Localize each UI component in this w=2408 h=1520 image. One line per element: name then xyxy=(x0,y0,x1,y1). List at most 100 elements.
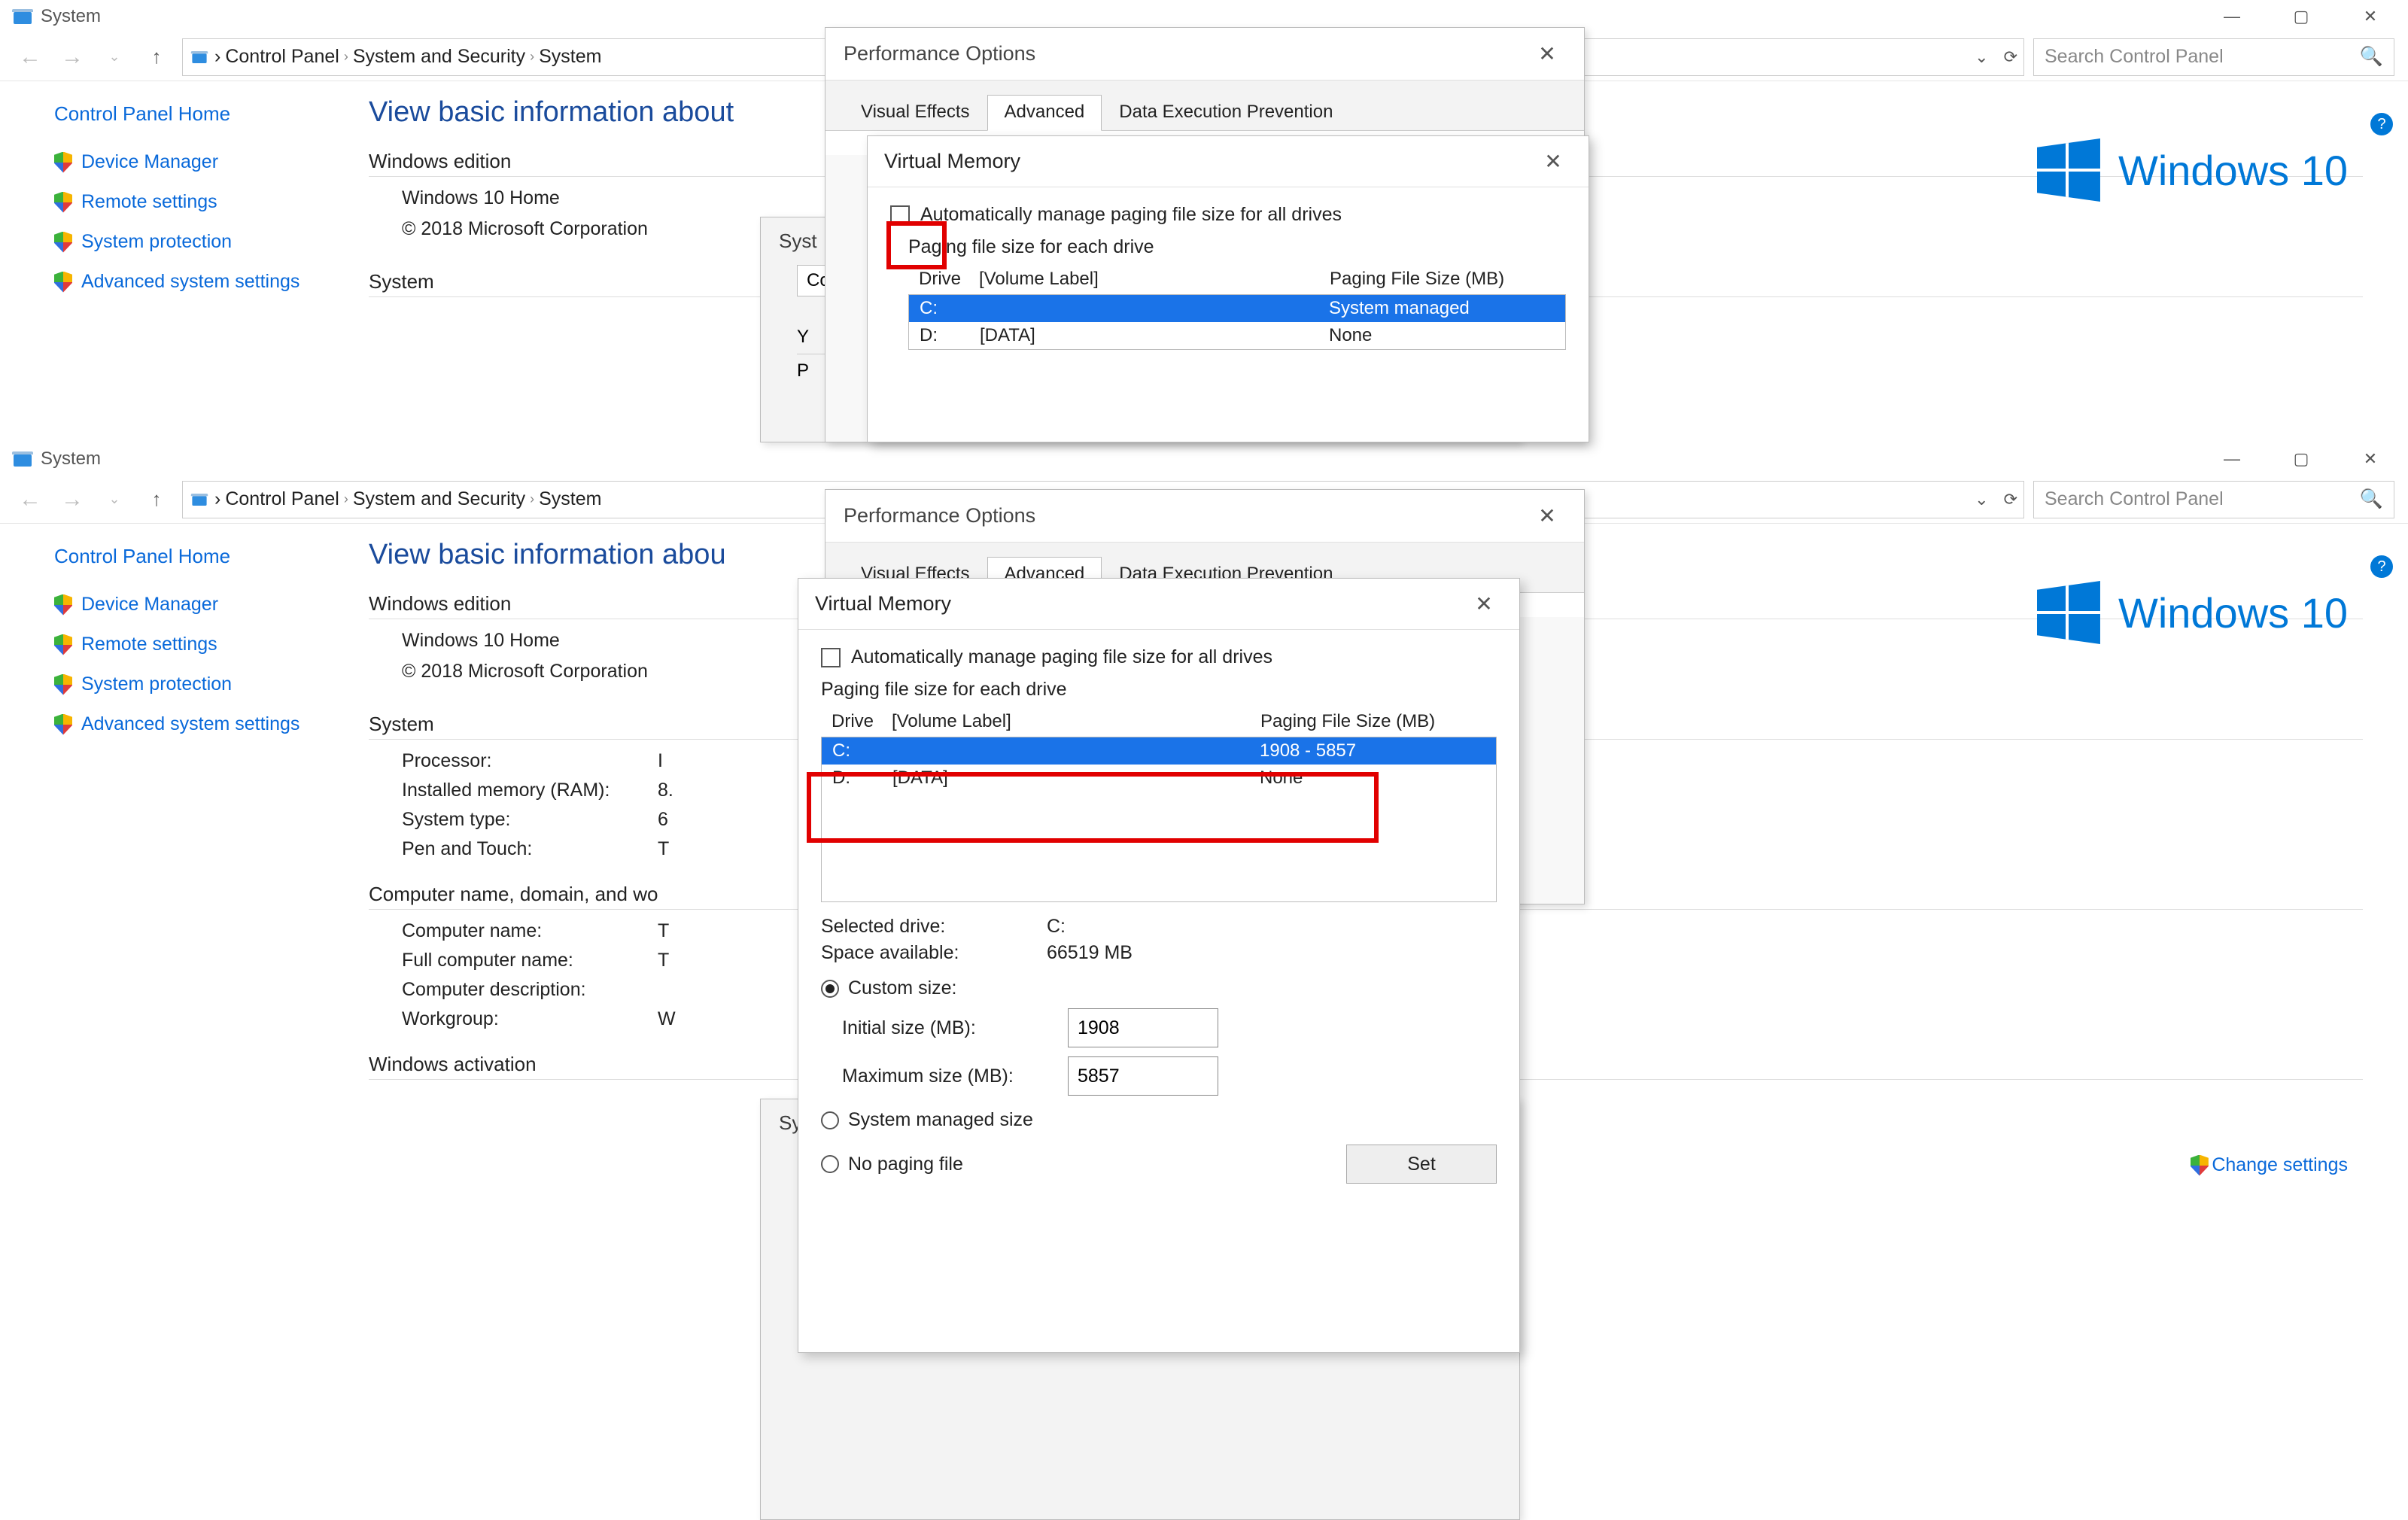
max-size-label: Maximum size (MB): xyxy=(842,1066,1053,1087)
system-managed-radio[interactable]: System managed size xyxy=(821,1109,1497,1131)
sidebar-home-link[interactable]: Control Panel Home xyxy=(54,545,354,568)
location-icon xyxy=(191,492,208,506)
windows-logo: Windows 10 xyxy=(2037,581,2348,644)
sidebar-item-remote-settings[interactable]: Remote settings xyxy=(54,634,354,655)
chevron-right-icon: › xyxy=(344,491,348,507)
sidebar-item-label: Advanced system settings xyxy=(81,713,299,735)
up-button[interactable]: ↑ xyxy=(140,483,173,516)
tab-dep[interactable]: Data Execution Prevention xyxy=(1102,95,1350,131)
addr-dropdown-icon[interactable]: ⌄ xyxy=(1975,47,1988,67)
crumb-1[interactable]: System and Security xyxy=(353,488,525,510)
maximize-button[interactable]: ▢ xyxy=(2267,442,2336,476)
tab-visual-effects[interactable]: Visual Effects xyxy=(844,95,987,131)
sidebar-item-label: Device Manager xyxy=(81,151,218,173)
windows-logo-text: Windows 10 xyxy=(2118,146,2348,195)
change-settings-label: Change settings xyxy=(2212,1154,2348,1175)
chevron-right-icon: › xyxy=(530,491,534,507)
back-button[interactable]: ← xyxy=(14,41,47,74)
windows-flag-icon xyxy=(2037,581,2100,644)
vm-title: Virtual Memory xyxy=(884,150,1020,173)
search-input[interactable]: Search Control Panel 🔍 xyxy=(2033,38,2394,76)
size-cell: None xyxy=(1329,325,1555,346)
crumb-0[interactable]: Control Panel xyxy=(225,46,339,68)
forward-button[interactable]: → xyxy=(56,483,89,516)
addr-dropdown-icon[interactable]: ⌄ xyxy=(1975,490,1988,509)
minimize-button[interactable]: — xyxy=(2197,442,2267,476)
sidebar-item-advanced-system-settings[interactable]: Advanced system settings xyxy=(54,713,354,735)
back-button[interactable]: ← xyxy=(14,483,47,516)
crumb-2[interactable]: System xyxy=(539,46,601,68)
crumb-1[interactable]: System and Security xyxy=(353,46,525,68)
close-button[interactable]: ✕ xyxy=(2336,442,2405,476)
initial-size-label: Initial size (MB): xyxy=(842,1017,1053,1039)
col-size: Paging File Size (MB) xyxy=(1330,269,1555,290)
search-icon: 🔍 xyxy=(2360,46,2383,68)
crumb-2[interactable]: System xyxy=(539,488,601,510)
sidebar-item-system-protection[interactable]: System protection xyxy=(54,231,354,253)
shield-icon xyxy=(54,634,72,655)
size-cell: None xyxy=(1260,768,1485,789)
sidebar-home-link[interactable]: Control Panel Home xyxy=(54,102,354,126)
drive-row-c[interactable]: C: 1908 - 5857 xyxy=(822,737,1496,765)
no-paging-radio[interactable]: No paging file Set xyxy=(821,1145,1497,1184)
recent-dropdown[interactable]: ⌄ xyxy=(98,41,131,74)
windows-logo: Windows 10 xyxy=(2037,138,2348,202)
crumb-0[interactable]: Control Panel xyxy=(225,488,339,510)
virtual-memory-dialog: Virtual Memory ✕ Automatically manage pa… xyxy=(867,135,1589,442)
set-button[interactable]: Set xyxy=(1346,1145,1497,1184)
col-vol: [Volume Label] xyxy=(979,269,1330,290)
refresh-icon[interactable]: ⟳ xyxy=(2004,47,2017,67)
drive-row-d[interactable]: D: [DATA] None xyxy=(822,765,1496,792)
custom-size-radio[interactable]: Custom size: xyxy=(821,977,1497,999)
forward-button[interactable]: → xyxy=(56,41,89,74)
shield-icon xyxy=(54,192,72,213)
shield-icon xyxy=(54,272,72,293)
size-cell: System managed xyxy=(1329,298,1555,319)
initial-size-input[interactable] xyxy=(1068,1008,1218,1047)
vm-close-button[interactable]: ✕ xyxy=(1534,149,1572,174)
recent-dropdown[interactable]: ⌄ xyxy=(98,483,131,516)
drive-row-d[interactable]: D: [DATA] None xyxy=(909,322,1565,349)
shield-icon xyxy=(54,232,72,253)
space-available-row: Space available:66519 MB xyxy=(821,942,1497,964)
vol-cell xyxy=(892,740,1260,762)
titlebar: System — ▢ ✕ xyxy=(0,442,2408,476)
drive-list-header: Drive [Volume Label] Paging File Size (M… xyxy=(908,264,1566,294)
sidebar-item-remote-settings[interactable]: Remote settings xyxy=(54,191,354,213)
refresh-icon[interactable]: ⟳ xyxy=(2004,490,2017,509)
perf-close-button[interactable]: ✕ xyxy=(1528,41,1566,66)
sidebar-item-label: Device Manager xyxy=(81,594,218,616)
sidebar-item-device-manager[interactable]: Device Manager xyxy=(54,151,354,173)
search-input[interactable]: Search Control Panel 🔍 xyxy=(2033,481,2394,518)
vm-close-button[interactable]: ✕ xyxy=(1465,591,1503,616)
close-button[interactable]: ✕ xyxy=(2336,0,2405,33)
shield-icon xyxy=(2191,1155,2209,1176)
no-paging-label: No paging file xyxy=(848,1154,963,1175)
search-icon: 🔍 xyxy=(2360,488,2383,510)
col-drive: Drive xyxy=(919,269,979,290)
up-button[interactable]: ↑ xyxy=(140,41,173,74)
drive-row-c[interactable]: C: System managed xyxy=(909,295,1565,322)
paging-subhead: Paging file size for each drive xyxy=(821,679,1497,701)
minimize-button[interactable]: — xyxy=(2197,0,2267,33)
shield-icon xyxy=(54,714,72,735)
auto-manage-checkbox[interactable] xyxy=(890,205,910,225)
col-size: Paging File Size (MB) xyxy=(1260,711,1486,732)
chevron-right-icon: › xyxy=(344,49,348,65)
auto-manage-checkbox[interactable] xyxy=(821,648,841,667)
sidebar-item-label: Remote settings xyxy=(81,191,217,213)
max-size-input[interactable] xyxy=(1068,1056,1218,1096)
change-settings-link[interactable]: Change settings xyxy=(2191,1154,2348,1176)
sidebar-item-system-protection[interactable]: System protection xyxy=(54,673,354,695)
tab-advanced[interactable]: Advanced xyxy=(987,95,1102,131)
chevron-right-icon: › xyxy=(214,46,220,68)
perf-close-button[interactable]: ✕ xyxy=(1528,503,1566,528)
custom-size-label: Custom size: xyxy=(848,977,956,999)
sidebar-item-advanced-system-settings[interactable]: Advanced system settings xyxy=(54,271,354,293)
sidebar-item-device-manager[interactable]: Device Manager xyxy=(54,594,354,616)
perf-tabs: Visual Effects Advanced Data Execution P… xyxy=(825,81,1584,131)
maximize-button[interactable]: ▢ xyxy=(2267,0,2336,33)
col-drive: Drive xyxy=(832,711,892,732)
shield-icon xyxy=(54,674,72,695)
virtual-memory-dialog: Virtual Memory ✕ Automatically manage pa… xyxy=(798,578,1520,1353)
